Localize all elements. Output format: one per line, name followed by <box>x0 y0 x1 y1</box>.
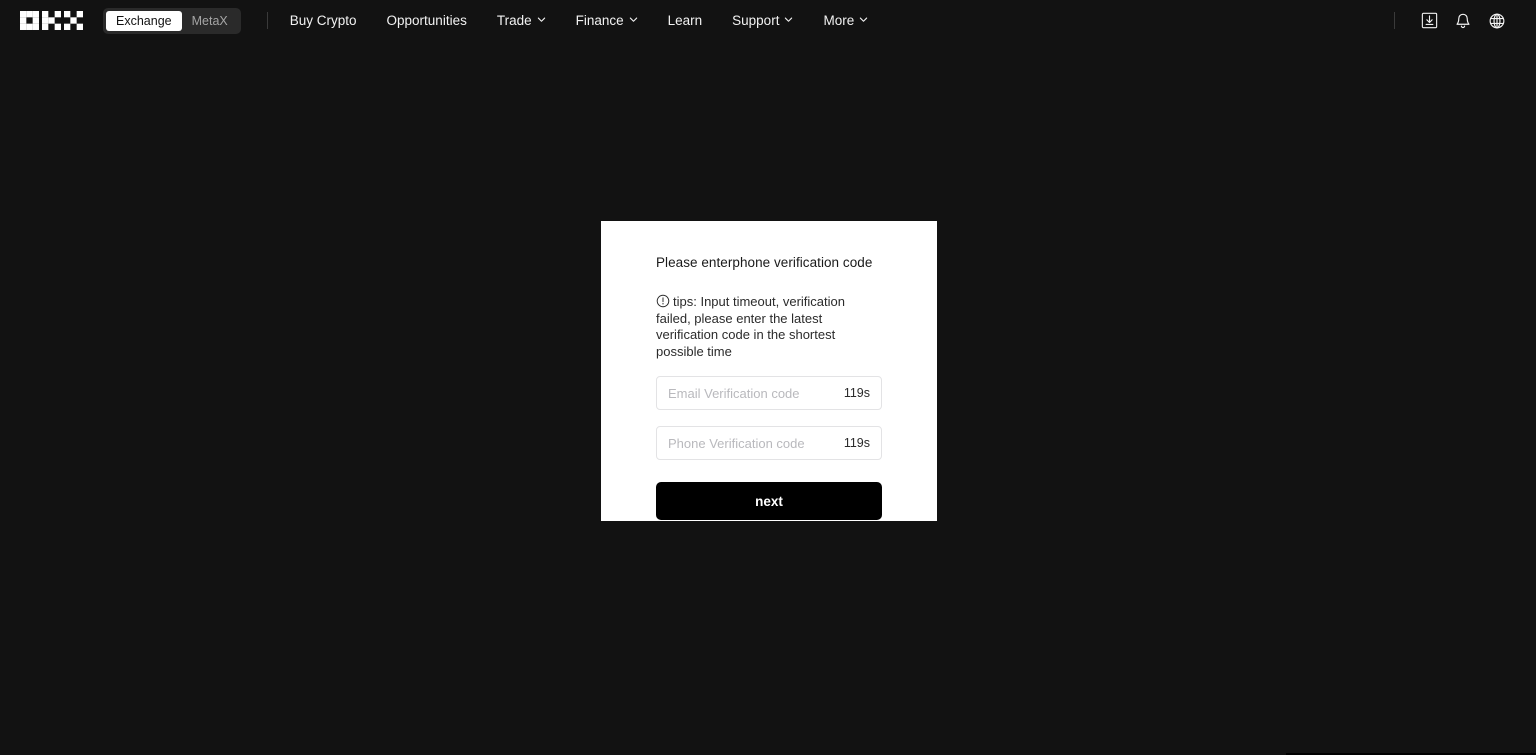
card-title: Please enterphone verification code <box>656 254 882 272</box>
top-navigation-bar: Exchange MetaX Buy Crypto Opportunities … <box>0 0 1536 41</box>
next-button[interactable]: next <box>656 482 882 520</box>
nav-label: Trade <box>497 0 532 41</box>
email-verification-code-input[interactable] <box>668 377 836 409</box>
main-nav: Buy Crypto Opportunities Trade Finance L… <box>290 0 883 41</box>
chevron-down-icon <box>537 15 546 24</box>
tips-text: tips: Input timeout, verification failed… <box>656 294 845 359</box>
nav-item-opportunities[interactable]: Opportunities <box>372 0 482 41</box>
language-globe-icon[interactable] <box>1480 4 1514 38</box>
warning-circle-icon <box>656 294 670 308</box>
phone-verification-code-input[interactable] <box>668 427 836 459</box>
nav-item-trade[interactable]: Trade <box>482 0 561 41</box>
phone-countdown-timer[interactable]: 119s <box>836 436 870 450</box>
notification-bell-icon[interactable] <box>1446 4 1480 38</box>
nav-label: Support <box>732 0 779 41</box>
tips-message: tips: Input timeout, verification failed… <box>656 294 882 360</box>
nav-actions <box>1394 4 1514 38</box>
nav-item-learn[interactable]: Learn <box>653 0 718 41</box>
product-switcher: Exchange MetaX <box>103 8 241 34</box>
chevron-down-icon <box>859 15 868 24</box>
nav-item-support[interactable]: Support <box>717 0 808 41</box>
nav-divider-left <box>267 12 268 29</box>
page-body: Please enterphone verification code tips… <box>0 41 1536 755</box>
switch-exchange[interactable]: Exchange <box>106 11 182 31</box>
email-countdown-timer[interactable]: 119s <box>836 386 870 400</box>
nav-label: Finance <box>576 0 624 41</box>
nav-item-finance[interactable]: Finance <box>561 0 653 41</box>
nav-label: Buy Crypto <box>290 0 357 41</box>
chevron-down-icon <box>629 15 638 24</box>
nav-item-more[interactable]: More <box>808 0 883 41</box>
okx-logo[interactable] <box>20 11 83 30</box>
chevron-down-icon <box>784 15 793 24</box>
nav-label: Opportunities <box>387 0 467 41</box>
nav-label: More <box>823 0 854 41</box>
verification-card: Please enterphone verification code tips… <box>601 221 937 521</box>
nav-item-buy-crypto[interactable]: Buy Crypto <box>290 0 372 41</box>
download-app-icon[interactable] <box>1412 4 1446 38</box>
phone-verification-code-field[interactable]: 119s <box>656 426 882 460</box>
email-verification-code-field[interactable]: 119s <box>656 376 882 410</box>
nav-divider-right <box>1394 12 1395 29</box>
switch-metax[interactable]: MetaX <box>182 11 238 31</box>
nav-label: Learn <box>668 0 703 41</box>
